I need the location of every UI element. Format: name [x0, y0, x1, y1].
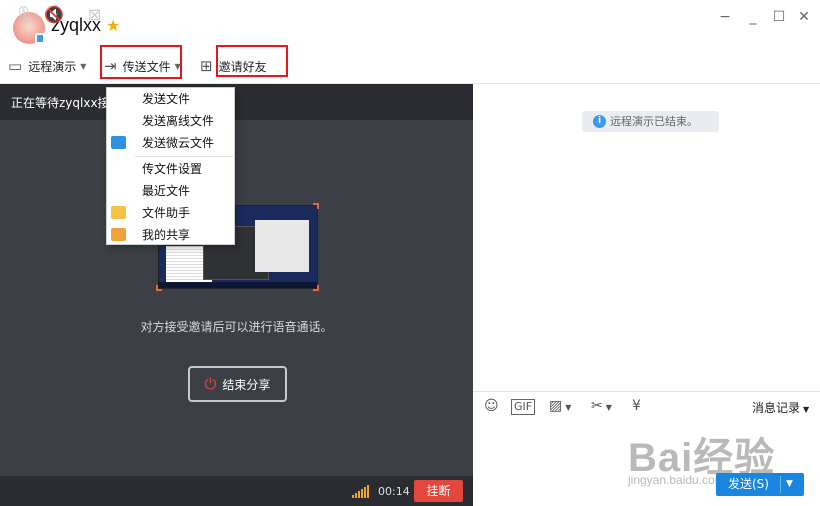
- corner-mark: [313, 285, 319, 291]
- maximize-icon[interactable]: ☐: [770, 8, 788, 26]
- send-file-menu: 发送文件 发送离线文件 发送微云文件 传文件设置 最近文件 文件助手 我的共享: [106, 87, 235, 245]
- menu-item-label: 发送文件: [142, 92, 191, 106]
- online-status-icon: [35, 33, 45, 44]
- menu-item-recent-files[interactable]: 最近文件: [107, 180, 234, 202]
- star-icon[interactable]: ★: [106, 16, 120, 36]
- menu-item-send-file[interactable]: 发送文件: [107, 88, 234, 110]
- scissors-icon[interactable]: ✂ ▼: [591, 397, 612, 417]
- close-icon[interactable]: ✕: [795, 8, 813, 26]
- menu-item-transfer-settings[interactable]: 传文件设置: [107, 158, 234, 180]
- remote-share-panel: [0, 84, 473, 506]
- menu-item-send-offline-file[interactable]: 发送离线文件: [107, 110, 234, 132]
- info-icon: i: [593, 115, 606, 128]
- end-share-label: 结束分享: [222, 377, 271, 392]
- send-button[interactable]: 发送(S) ▼: [716, 473, 804, 496]
- hangup-button[interactable]: 挂断: [414, 480, 463, 502]
- add-member-icon: ⊞: [200, 57, 213, 75]
- chevron-down-icon[interactable]: ▼: [80, 62, 86, 71]
- menu-item-label: 发送微云文件: [142, 136, 215, 150]
- preview-dialog: [255, 220, 309, 272]
- waiting-banner: 正在等待zyqlxx接受邀请: [0, 84, 473, 120]
- corner-mark: [313, 203, 319, 209]
- menu-item-label: 发送离线文件: [142, 114, 215, 128]
- chevron-down-icon: ▼: [803, 405, 810, 414]
- highlight-box-invite: [216, 45, 288, 77]
- send-label: 发送(S): [728, 477, 769, 491]
- menu-item-label: 文件助手: [142, 206, 191, 220]
- message-history-button[interactable]: 消息记录 ▼: [752, 399, 809, 416]
- minimize-button[interactable]: _: [744, 8, 762, 26]
- emoji-icon[interactable]: ☺: [484, 397, 499, 415]
- folder-icon: [111, 206, 126, 219]
- history-label: 消息记录: [752, 401, 801, 415]
- gif-icon[interactable]: GIF: [511, 399, 536, 415]
- red-packet-icon[interactable]: ¥: [632, 397, 641, 415]
- power-icon: ⏻: [204, 375, 217, 393]
- remote-demo-button[interactable]: ▭ 远程演示 ▼: [8, 56, 86, 76]
- menu-item-label: 最近文件: [142, 184, 191, 198]
- image-icon[interactable]: ▨ ▼: [549, 397, 571, 417]
- shared-folder-icon: [111, 228, 126, 241]
- highlight-box-send-file: [100, 45, 182, 79]
- microphone-icon[interactable]: 🎙: [14, 6, 34, 24]
- corner-mark: [156, 285, 162, 291]
- screen-share-icon: ▭: [8, 57, 23, 75]
- call-timer: 00:14: [378, 485, 410, 498]
- menu-item-send-weiyun-file[interactable]: 发送微云文件: [107, 132, 234, 154]
- signal-strength-icon: [352, 484, 369, 498]
- menu-separator: [135, 156, 233, 157]
- weiyun-cloud-icon: [111, 136, 126, 149]
- minimize-icon[interactable]: −: [716, 8, 734, 26]
- call-hint: 对方接受邀请后可以进行语音通话。: [140, 320, 333, 334]
- menu-item-label: 我的共享: [142, 228, 191, 242]
- notice-text: 远程演示已结束。: [610, 115, 698, 128]
- menu-item-file-assistant[interactable]: 文件助手: [107, 202, 234, 224]
- system-notice: i 远程演示已结束。: [582, 111, 719, 132]
- end-share-button[interactable]: ⏻ 结束分享: [188, 366, 287, 402]
- menu-item-my-share[interactable]: 我的共享: [107, 224, 234, 246]
- chevron-down-icon[interactable]: ▼: [786, 473, 793, 496]
- preview-taskbar: [159, 282, 317, 288]
- remote-demo-label: 远程演示: [28, 59, 77, 74]
- input-divider: [473, 391, 820, 392]
- divider: [780, 476, 781, 493]
- menu-item-label: 传文件设置: [142, 162, 203, 176]
- speaker-muted-icon[interactable]: 🔇: [44, 6, 64, 24]
- camera-off-icon[interactable]: ⊠: [88, 6, 101, 24]
